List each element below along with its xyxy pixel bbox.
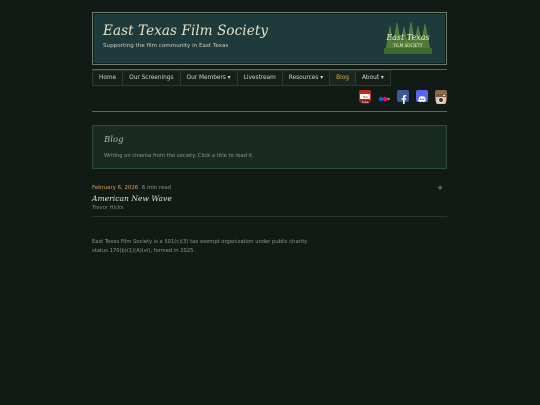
svg-text:You: You: [362, 95, 368, 99]
site-tagline: Supporting the film community in East Te…: [103, 43, 229, 49]
page-title: Blog: [104, 135, 124, 145]
nav-item-about[interactable]: About ▾: [355, 70, 391, 86]
nav-item-livestream[interactable]: Livestream: [237, 70, 283, 86]
post-author: Trevor Hicks: [92, 205, 124, 211]
nav-item-blog[interactable]: Blog: [330, 70, 356, 86]
facebook-icon[interactable]: [397, 90, 409, 104]
section-divider: [92, 111, 447, 112]
logo-line1: East Texas: [385, 33, 429, 42]
post-read-time: 6 min read: [141, 185, 172, 191]
svg-text:Tube: Tube: [360, 100, 368, 104]
youtube-icon[interactable]: You Tube: [359, 90, 371, 104]
post-entry: February 6, 2026 6 min read + American N…: [92, 184, 447, 217]
society-logo[interactable]: East Texas FILM SOCIETY: [380, 20, 436, 57]
instagram-icon[interactable]: [435, 90, 447, 104]
post-date: February 6, 2026: [92, 185, 139, 191]
discord-icon[interactable]: [416, 90, 428, 103]
site-header: East Texas Film Society Supporting the f…: [92, 12, 447, 65]
expand-plus-icon[interactable]: +: [437, 184, 443, 192]
footer-text: East Texas Film Society is a 501(c)(3) t…: [92, 239, 308, 254]
site-title[interactable]: East Texas Film Society: [103, 23, 268, 39]
nav-item-resources[interactable]: Resources ▾: [282, 70, 331, 86]
social-links: You Tube: [352, 90, 447, 104]
logo-line2: FILM SOCIETY: [394, 43, 423, 48]
nav-item-screenings[interactable]: Our Screenings: [123, 70, 181, 86]
blog-intro: Blog Writing on cinema from the society.…: [92, 125, 447, 169]
post-title-link[interactable]: American New Wave: [92, 194, 172, 203]
nav-item-members[interactable]: Our Members ▾: [180, 70, 238, 86]
post-meta: February 6, 2026 6 min read: [92, 185, 171, 191]
blog-description: Writing on cinema from the society. Clic…: [104, 153, 254, 159]
flickr-icon[interactable]: [378, 90, 390, 102]
nav-item-home[interactable]: Home: [92, 70, 124, 86]
main-nav: Home Our Screenings Our Members ▾ Livest…: [92, 70, 391, 86]
